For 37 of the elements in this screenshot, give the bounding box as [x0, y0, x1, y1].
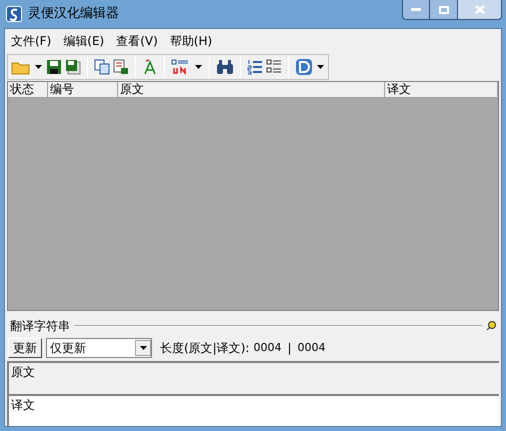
export-icon[interactable] — [113, 59, 129, 75]
list-replace-icon[interactable] — [171, 59, 191, 75]
mode-select[interactable]: 仅更新 — [46, 338, 152, 358]
app-icon — [6, 6, 22, 22]
caret-icon[interactable] — [195, 65, 202, 69]
length-label: 长度(原文|译文): — [160, 340, 250, 357]
close-icon — [474, 5, 484, 14]
d-logo-icon[interactable] — [295, 58, 313, 76]
minimize-button[interactable] — [402, 0, 430, 20]
save-as-icon[interactable] — [65, 59, 81, 75]
menu-item[interactable]: 编辑(E) — [63, 32, 104, 50]
numbered-list-icon[interactable] — [247, 59, 263, 75]
column-header[interactable]: 状态 — [8, 82, 48, 97]
column-header[interactable]: 译文 — [385, 82, 498, 97]
menu-item[interactable]: 文件(F) — [11, 32, 52, 50]
target-text-field[interactable]: 译文 — [7, 394, 499, 426]
caret-icon[interactable] — [317, 65, 324, 69]
column-header[interactable]: 编号 — [48, 82, 118, 97]
font-icon[interactable] — [142, 59, 158, 75]
separator-text: | — [287, 340, 292, 357]
copy-icon[interactable] — [94, 59, 110, 75]
close-button[interactable] — [458, 0, 502, 20]
caret-icon[interactable] — [140, 346, 146, 350]
column-header[interactable]: 原文 — [118, 82, 385, 97]
panel-title: 翻译字符串 — [10, 318, 70, 335]
menu-item[interactable]: 帮助(H) — [170, 32, 212, 50]
source-length: 0004 — [253, 340, 282, 356]
caret-icon[interactable] — [35, 65, 42, 69]
binoculars-icon[interactable] — [216, 59, 234, 75]
maximize-button[interactable] — [430, 0, 458, 20]
bulleted-list-icon[interactable] — [266, 59, 282, 75]
source-text-field[interactable]: 原文 — [7, 361, 499, 394]
update-button[interactable]: 更新 — [8, 338, 42, 358]
menu-item[interactable]: 查看(V) — [116, 32, 158, 50]
save-icon[interactable] — [46, 59, 62, 75]
window-title: 灵便汉化编辑器 — [28, 5, 119, 24]
target-length: 0004 — [298, 340, 326, 356]
